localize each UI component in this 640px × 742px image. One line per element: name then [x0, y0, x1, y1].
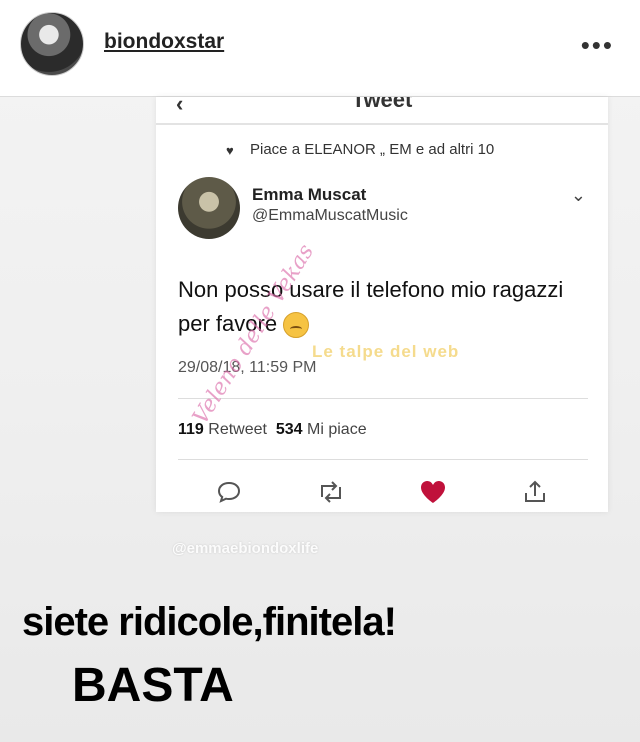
tweet-text-content: Non posso usare il telefono mio ragazzi … [178, 277, 564, 336]
story-header: biondoxstar ••• [0, 0, 640, 97]
like-label[interactable]: Mi piace [307, 421, 367, 438]
reply-icon[interactable] [214, 477, 244, 507]
tweet-author-name[interactable]: Emma Muscat [252, 185, 366, 205]
divider [178, 459, 588, 460]
more-options-icon[interactable]: ••• [581, 30, 614, 61]
chevron-down-icon[interactable]: ⌄ [571, 185, 586, 206]
share-icon[interactable] [520, 477, 550, 507]
username-link[interactable]: biondoxstar [104, 30, 224, 54]
like-heart-icon[interactable] [418, 477, 448, 507]
crying-face-emoji-icon [283, 312, 310, 339]
retweet-label[interactable]: Retweet [208, 421, 267, 438]
tweet-card: ‹ Tweet ♥ Piace a ELEANOR „ EM e ad altr… [156, 97, 608, 512]
story-caption-line1: siete ridicole,finitela! [22, 600, 397, 644]
watermark-yellow: Le talpe del web [312, 342, 460, 361]
like-count[interactable]: 534 [276, 421, 303, 438]
liked-by-text: Piace a ELEANOR „ EM e ad altri 10 [250, 141, 495, 158]
tweet-author-handle[interactable]: @EmmaMuscatMusic [252, 207, 408, 225]
retweet-icon[interactable] [316, 477, 346, 507]
tweet-screen-title: Tweet [351, 97, 413, 112]
credit-watermark: @emmaebiondoxlife [172, 540, 319, 557]
tweet-author-avatar[interactable] [178, 177, 240, 239]
tweet-nav-bar: ‹ Tweet [156, 97, 608, 125]
tweet-action-bar [156, 477, 608, 511]
tweet-text: Non posso usare il telefono mio ragazzi … [178, 273, 578, 341]
divider [178, 398, 588, 399]
liked-heart-icon: ♥ [226, 143, 234, 158]
user-avatar[interactable] [20, 12, 84, 76]
story-caption-line2: BASTA [72, 659, 234, 712]
